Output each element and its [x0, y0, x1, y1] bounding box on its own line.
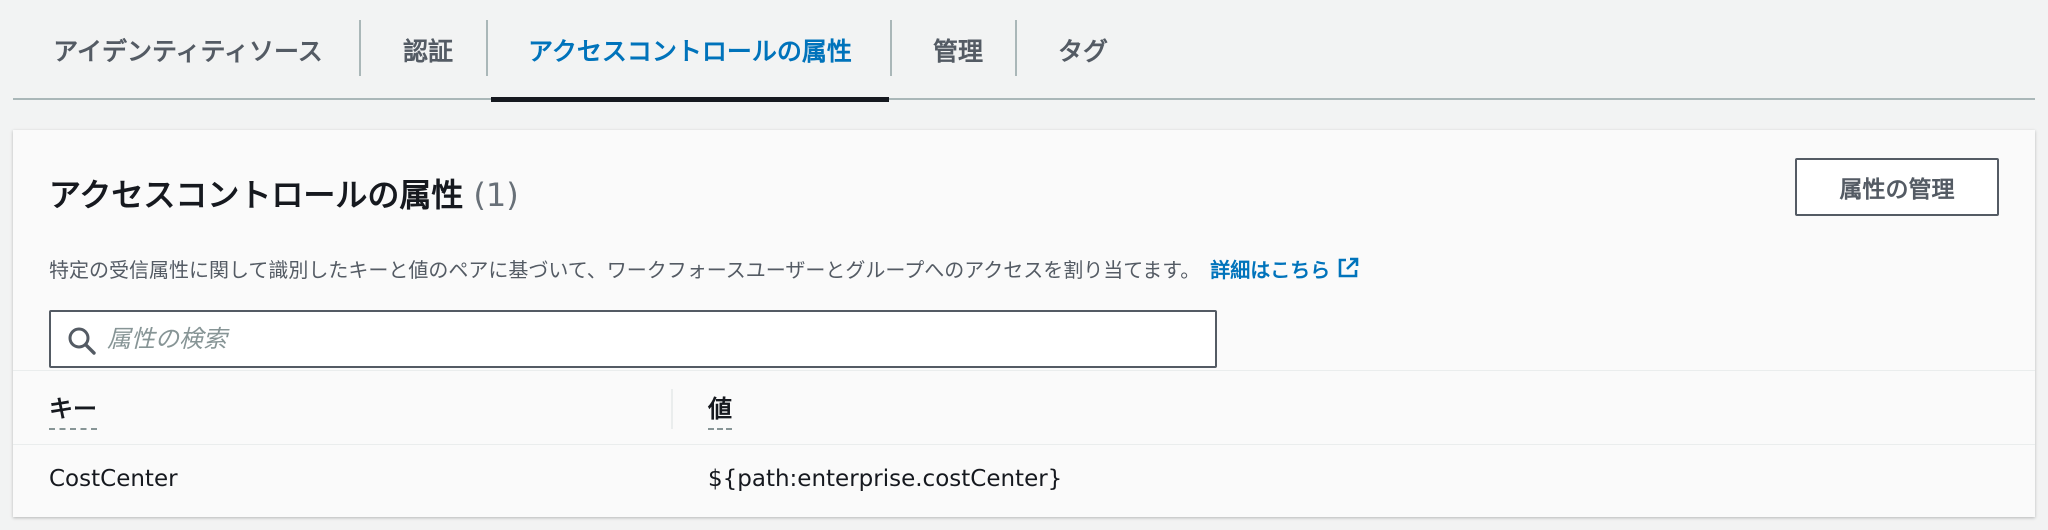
- attribute-count: (1): [473, 176, 519, 214]
- cell-value: ${path:enterprise.costCenter}: [708, 466, 1063, 492]
- tab-divider: [486, 20, 488, 76]
- manage-attributes-button[interactable]: 属性の管理: [1795, 158, 1999, 216]
- tab-tags[interactable]: タグ: [1018, 0, 1148, 100]
- tab-authentication[interactable]: 認証: [363, 0, 493, 100]
- column-header-key[interactable]: キー: [49, 389, 97, 430]
- panel-description: 特定の受信属性に関して識別したキーと値のペアに基づいて、ワークフォースユーザーと…: [49, 254, 1360, 283]
- panel-title: アクセスコントロールの属性 (1): [49, 170, 519, 216]
- tab-bar: アイデンティティソース 認証 アクセスコントロールの属性 管理 タグ: [13, 0, 2035, 102]
- search-input[interactable]: [107, 316, 1207, 362]
- column-header-value[interactable]: 値: [708, 389, 732, 430]
- panel-header: アクセスコントロールの属性 (1) 特定の受信属性に関して識別したキーと値のペアに…: [49, 158, 1999, 398]
- search-icon: [68, 327, 96, 355]
- tab-divider: [890, 20, 892, 76]
- panel-title-text: アクセスコントロールの属性: [49, 176, 464, 214]
- tab-management[interactable]: 管理: [893, 0, 1023, 100]
- attributes-panel: アクセスコントロールの属性 (1) 特定の受信属性に関して識別したキーと値のペアに…: [13, 130, 2035, 517]
- tab-divider: [359, 20, 361, 76]
- table-row: CostCenter ${path:enterprise.costCenter}: [13, 446, 2035, 517]
- tab-divider: [1015, 20, 1017, 76]
- column-divider[interactable]: [671, 389, 673, 429]
- tab-access-control-attributes[interactable]: アクセスコントロールの属性: [491, 0, 889, 102]
- learn-more-label: 詳細はこちら: [1210, 258, 1331, 282]
- learn-more-link[interactable]: 詳細はこちら: [1210, 257, 1360, 282]
- external-link-icon: [1338, 257, 1359, 278]
- table-header: キー 値: [13, 370, 2035, 445]
- search-field[interactable]: [49, 310, 1217, 368]
- tab-identity-source[interactable]: アイデンティティソース: [13, 0, 363, 100]
- cell-key: CostCenter: [49, 466, 178, 492]
- description-text: 特定の受信属性に関して識別したキーと値のペアに基づいて、ワークフォースユーザーと…: [49, 258, 1201, 282]
